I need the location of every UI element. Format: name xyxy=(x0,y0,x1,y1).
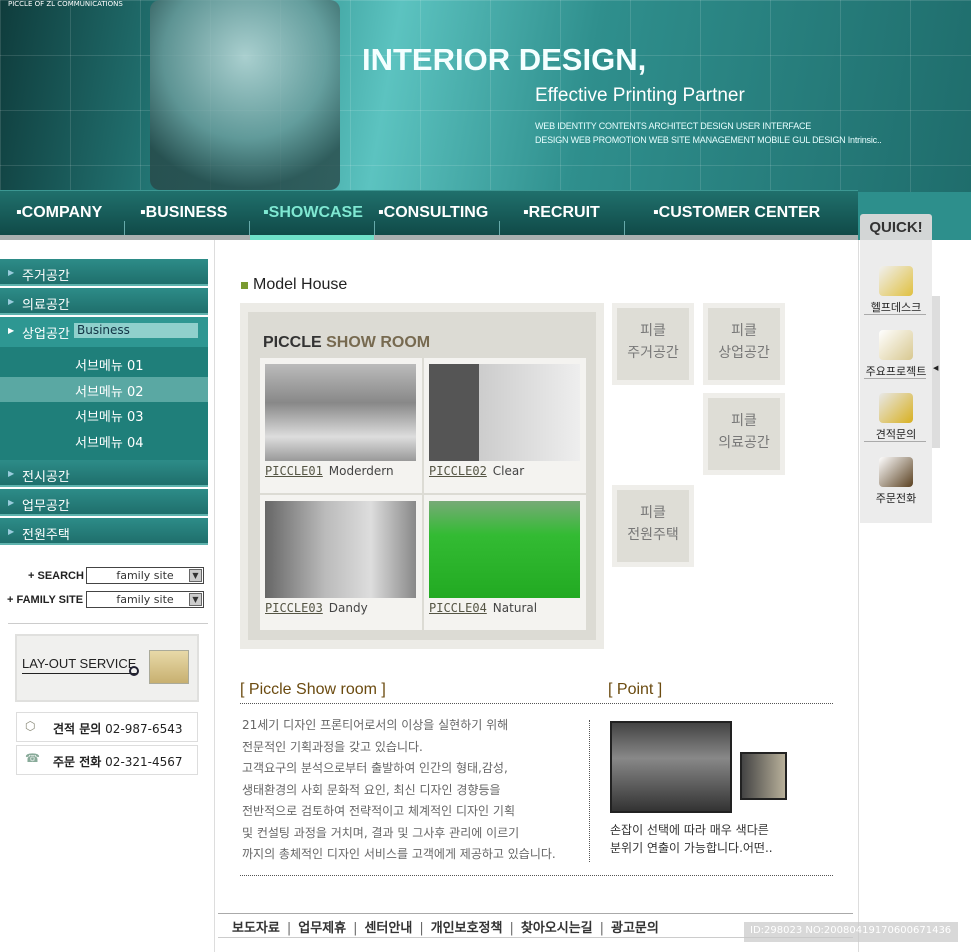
arrow-left-icon: ◀ xyxy=(933,364,939,372)
footer-link[interactable]: 개인보호정책 xyxy=(431,921,503,936)
active-tag: Business xyxy=(74,323,198,338)
footer-link[interactable]: 업무제휴 xyxy=(298,921,346,936)
sidebar-item[interactable]: ▶ 주거공간 xyxy=(0,259,208,286)
main-nav: ▪COMPANY ▪BUSINESS ▪SHOWCASE ▪CONSULTING… xyxy=(0,190,858,236)
arrow-icon: ▶ xyxy=(8,268,15,277)
tile-medical[interactable]: 피클 의료공간 xyxy=(703,393,785,475)
quick-tab[interactable]: QUICK! xyxy=(860,214,932,240)
submenu-item[interactable]: 서브메뉴 01 xyxy=(0,351,208,376)
quick-menu: 헬프데스크 주요프로젝트 견적문의 주문전화 xyxy=(860,240,932,523)
sidebar-item[interactable]: ▶ 의료공간 xyxy=(0,288,208,315)
family-site-select[interactable]: family site ▼ xyxy=(86,591,204,608)
banner-subtitle: Effective Printing Partner xyxy=(535,85,745,106)
footer-links: 보도자료 | 업무제휴 | 센터안내 | 개인보호정책 | 찾아오시는길 | 광고문의 xyxy=(232,921,659,936)
helpdesk-icon xyxy=(879,266,913,296)
submenu-item[interactable]: 서브메뉴 04 xyxy=(0,428,208,453)
nav-recruit[interactable]: ▪RECRUIT xyxy=(523,191,600,222)
family-site-label: + FAMILY SITE xyxy=(7,594,84,606)
page-title: Model House xyxy=(253,276,348,293)
sidebar-item[interactable]: ▶ 전시공간 xyxy=(0,460,208,487)
photo xyxy=(429,364,580,461)
quick-helpdesk[interactable]: 헬프데스크 xyxy=(860,266,932,315)
dropdown-arrow-icon: ▼ xyxy=(189,593,202,606)
point-photo xyxy=(610,721,732,813)
quick-collapse-handle[interactable]: ◀ xyxy=(932,296,940,448)
box-icon xyxy=(149,650,189,684)
nav-business[interactable]: ▪BUSINESS xyxy=(140,191,227,222)
footer-link[interactable]: 광고문의 xyxy=(611,921,659,936)
header-banner: PICCLE OF ZL COMMUNICATIONS INTERIOR DES… xyxy=(0,0,971,192)
sidebar-item-active[interactable]: ▶ 상업공간 Business xyxy=(0,317,208,347)
banner-desc: WEB IDENTITY CONTENTS ARCHITECT DESIGN U… xyxy=(535,121,882,145)
layout-service-banner[interactable]: LAY-OUT SERVICE xyxy=(15,634,199,702)
photo xyxy=(429,501,580,598)
footer-link[interactable]: 센터안내 xyxy=(364,921,412,936)
tile-commercial[interactable]: 피클 상업공간 xyxy=(703,303,785,385)
box-icon xyxy=(879,330,913,360)
quick-order-phone[interactable]: 주문전화 xyxy=(860,457,932,506)
showroom-title: PICCLE SHOW ROOM xyxy=(263,334,431,351)
estimate-contact[interactable]: ⬡ 견적 문의 02-987-6543 xyxy=(16,712,198,742)
nav-company[interactable]: ▪COMPANY xyxy=(16,191,102,222)
photo xyxy=(265,364,416,461)
nav-customer-center[interactable]: ▪CUSTOMER CENTER xyxy=(653,191,820,222)
arrow-icon: ▶ xyxy=(8,527,15,536)
showroom-item[interactable]: PICCLE01 Moderdern xyxy=(260,358,422,493)
pen-icon xyxy=(879,393,913,423)
hexagon-icon: ⬡ xyxy=(25,719,36,733)
showroom-item[interactable]: PICCLE02 Clear xyxy=(424,358,586,493)
submenu-item[interactable]: 서브메뉴 02 xyxy=(0,377,208,402)
showroom-description: 21세기 디자인 프론티어로서의 이상을 실현하기 위해 전문적인 기획과정을 갖… xyxy=(242,718,556,861)
footer-link[interactable]: 보도자료 xyxy=(232,921,280,936)
showroom-item[interactable]: PICCLE04 Natural xyxy=(424,495,586,630)
tile-residential[interactable]: 피클 주거공간 xyxy=(612,303,694,385)
banner-image xyxy=(150,0,340,190)
sidebar-item[interactable]: ▶ 전원주택 xyxy=(0,518,208,545)
tagline-small: PICCLE OF ZL COMMUNICATIONS xyxy=(8,0,123,8)
order-contact[interactable]: ☎ 주문 전화 02-321-4567 xyxy=(16,745,198,775)
search-label: + SEARCH xyxy=(28,570,84,582)
point-description: 손잡이 선택에 따라 매우 색다른 분위기 연출이 가능합니다.어떤.. xyxy=(610,823,773,855)
bullet-icon xyxy=(241,282,248,289)
arrow-icon: ▶ xyxy=(8,326,15,335)
section-heading: [ Piccle Show room ] xyxy=(240,681,386,698)
footer-link[interactable]: 찾아오시는길 xyxy=(521,921,593,936)
submenu-item[interactable]: 서브메뉴 03 xyxy=(0,402,208,427)
quick-estimate[interactable]: 견적문의 xyxy=(860,393,932,442)
sidebar-item[interactable]: ▶ 업무공간 xyxy=(0,489,208,516)
arrow-icon: ▶ xyxy=(8,498,15,507)
quick-projects[interactable]: 주요프로젝트 xyxy=(860,330,932,379)
nav-consulting[interactable]: ▪CONSULTING xyxy=(378,191,488,222)
tile-countryhouse[interactable]: 피클 전원주택 xyxy=(612,485,694,567)
watermark: ID:298023 NO:20080419170600671436 xyxy=(744,922,958,942)
showroom-item[interactable]: PICCLE03 Dandy xyxy=(260,495,422,630)
point-detail-photo xyxy=(740,752,787,800)
photo xyxy=(265,501,416,598)
dropdown-arrow-icon: ▼ xyxy=(189,569,202,582)
nav-active-indicator xyxy=(250,235,374,240)
arrow-icon: ▶ xyxy=(8,297,15,306)
section-heading: [ Point ] xyxy=(608,681,663,698)
search-select[interactable]: family site ▼ xyxy=(86,567,204,584)
phone-icon: ☎ xyxy=(25,751,40,765)
arrow-icon: ▶ xyxy=(8,469,15,478)
phone-icon xyxy=(879,457,913,487)
nav-showcase[interactable]: ▪SHOWCASE xyxy=(263,191,363,222)
banner-title: INTERIOR DESIGN, xyxy=(362,42,647,77)
sidebar: ▶ 주거공간 ▶ 의료공간 ▶ 상업공간 Business 서브메뉴 01 서브메뉴 0… xyxy=(0,240,215,952)
